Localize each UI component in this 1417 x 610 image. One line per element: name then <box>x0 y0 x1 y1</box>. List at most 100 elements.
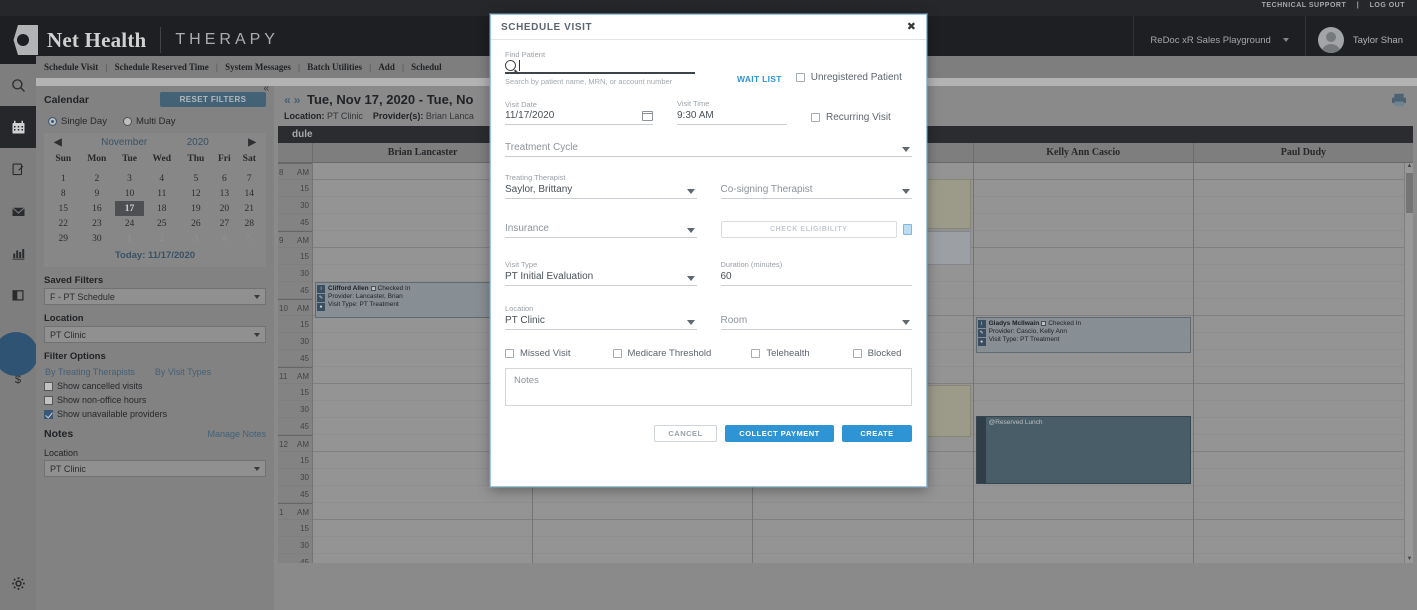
schedule-cell[interactable] <box>1194 367 1413 384</box>
schedule-cell[interactable] <box>1194 554 1413 563</box>
calendar-day[interactable]: 5 <box>180 171 213 186</box>
schedule-cell[interactable] <box>1194 452 1413 469</box>
schedule-cell[interactable] <box>974 554 1193 563</box>
schedule-cell[interactable] <box>1194 350 1413 367</box>
schedule-prev-button[interactable]: « <box>284 93 291 107</box>
reset-filters-button[interactable]: RESET FILTERS <box>160 92 266 107</box>
manage-notes-link[interactable]: Manage Notes <box>207 429 266 439</box>
schedule-cell[interactable] <box>974 503 1193 520</box>
search-input[interactable] <box>505 60 695 74</box>
schedule-cell[interactable] <box>1194 265 1413 282</box>
schedule-cell[interactable] <box>974 248 1193 265</box>
nav-item-schedule[interactable]: Schedul <box>411 62 442 72</box>
modal-location-select[interactable]: PT Clinic <box>505 314 697 330</box>
calendar-day[interactable]: 18 <box>144 201 180 216</box>
calendar-day[interactable]: 2 <box>79 171 116 186</box>
calendar-icon[interactable] <box>0 106 36 148</box>
scroll-down-arrow[interactable]: ▼ <box>1406 556 1413 563</box>
calendar-next-button[interactable]: ▶ <box>248 137 256 148</box>
calendar-day[interactable]: 30 <box>79 231 116 246</box>
schedule-cell[interactable] <box>313 503 532 520</box>
schedule-cell[interactable] <box>974 282 1193 299</box>
nav-item-schedule-visit[interactable]: Schedule Visit <box>44 62 98 72</box>
today-link[interactable]: Today: 11/17/2020 <box>48 246 262 263</box>
calendar-day[interactable]: 6 <box>212 171 236 186</box>
chart-bar-icon[interactable] <box>0 232 36 274</box>
schedule-cell[interactable] <box>753 537 972 554</box>
schedule-cell[interactable] <box>1194 520 1413 537</box>
calendar-day[interactable]: 2 <box>144 231 180 246</box>
calendar-day[interactable]: 1 <box>48 171 79 186</box>
notes-location-select[interactable]: PT Clinic <box>44 460 266 477</box>
document-icon[interactable] <box>903 224 912 235</box>
cancel-button[interactable]: CANCEL <box>654 425 717 442</box>
visit-type-select[interactable]: PT Initial Evaluation <box>505 270 697 286</box>
schedule-cell[interactable] <box>1194 333 1413 350</box>
technical-support-link[interactable]: TECHNICAL SUPPORT <box>1258 2 1351 9</box>
visit-date-input[interactable]: 11/17/2020 <box>505 110 653 125</box>
calendar-prev-button[interactable]: ◀ <box>54 137 62 148</box>
calendar-day[interactable]: 3 <box>180 231 213 246</box>
column-header-kelly-ann-cascio[interactable]: Kelly Ann Cascio <box>973 143 1193 162</box>
saved-filters-select[interactable]: F - PT Schedule <box>44 288 266 305</box>
envelope-icon[interactable] <box>0 190 36 232</box>
notes-textarea[interactable]: Notes <box>505 368 912 406</box>
schedule-cell[interactable] <box>313 554 532 563</box>
schedule-cell[interactable] <box>974 197 1193 214</box>
gear-icon[interactable] <box>0 562 36 604</box>
calendar-day[interactable]: 16 <box>79 201 116 216</box>
scrollbar-thumb[interactable] <box>1406 173 1413 213</box>
calendar-day[interactable]: 7 <box>237 171 262 186</box>
schedule-cell[interactable] <box>1194 248 1413 265</box>
calendar-day[interactable]: 20 <box>212 201 236 216</box>
calendar-day[interactable]: 19 <box>180 201 213 216</box>
calendar-day[interactable]: 29 <box>48 231 79 246</box>
calendar-day[interactable]: 12 <box>180 186 213 201</box>
calendar-day[interactable]: 22 <box>48 216 79 231</box>
calendar-day[interactable]: 14 <box>237 186 262 201</box>
calendar-day[interactable]: 5 <box>237 231 262 246</box>
calendar-day[interactable]: 26 <box>180 216 213 231</box>
schedule-cell[interactable] <box>1194 214 1413 231</box>
duration-input[interactable]: 60 <box>721 270 913 286</box>
calendar-day[interactable]: 9 <box>79 186 116 201</box>
by-treating-therapists-link[interactable]: By Treating Therapists <box>45 367 135 377</box>
column-header-paul-dudy[interactable]: Paul Dudy <box>1193 143 1413 162</box>
user-menu[interactable]: Taylor Shan <box>1306 27 1417 53</box>
schedule-cell[interactable] <box>974 520 1193 537</box>
appointment-gladys-mcilwain[interactable]: i✎● Gladys McIlwainChecked In Provider: … <box>976 317 1191 353</box>
calendar-day[interactable]: 28 <box>237 216 262 231</box>
calendar-day[interactable]: 24 <box>115 216 144 231</box>
insurance-select[interactable]: Insurance <box>505 222 697 238</box>
clipboard-icon[interactable] <box>0 148 36 190</box>
schedule-cell[interactable] <box>533 503 752 520</box>
calendar-day[interactable]: 11 <box>144 186 180 201</box>
schedule-cell[interactable] <box>1194 435 1413 452</box>
schedule-cell[interactable] <box>1194 197 1413 214</box>
schedule-cell[interactable] <box>974 214 1193 231</box>
checkbox-blocked[interactable]: Blocked <box>853 348 902 359</box>
schedule-cell[interactable] <box>974 367 1193 384</box>
calendar-month[interactable]: November <box>101 137 147 148</box>
schedule-cell[interactable] <box>753 520 972 537</box>
radio-single-day[interactable]: Single Day <box>48 116 107 127</box>
radio-multi-day[interactable]: Multi Day <box>123 116 176 127</box>
schedule-cell[interactable] <box>1194 384 1413 401</box>
calendar-day[interactable]: 4 <box>212 231 236 246</box>
chevron-left-icon[interactable]: « <box>263 83 269 94</box>
schedule-cell[interactable] <box>533 537 752 554</box>
schedule-cell[interactable] <box>533 486 752 503</box>
collect-payment-button[interactable]: COLLECT PAYMENT <box>725 425 834 442</box>
panel-icon[interactable] <box>0 274 36 316</box>
schedule-cell[interactable] <box>1194 537 1413 554</box>
calendar-day[interactable]: 8 <box>48 186 79 201</box>
nav-item-batch-utilities[interactable]: Batch Utilities <box>307 62 362 72</box>
cosigning-therapist-select[interactable]: Co-signing Therapist <box>721 183 913 199</box>
create-button[interactable]: CREATE <box>842 425 912 442</box>
room-select[interactable]: Room <box>721 314 913 330</box>
schedule-cell[interactable] <box>1194 163 1413 180</box>
checkbox-show-cancelled[interactable]: Show cancelled visits <box>44 381 266 391</box>
nav-item-schedule-reserved-time[interactable]: Schedule Reserved Time <box>115 62 209 72</box>
calendar-year[interactable]: 2020 <box>187 137 209 148</box>
location-select[interactable]: PT Clinic <box>44 326 266 343</box>
